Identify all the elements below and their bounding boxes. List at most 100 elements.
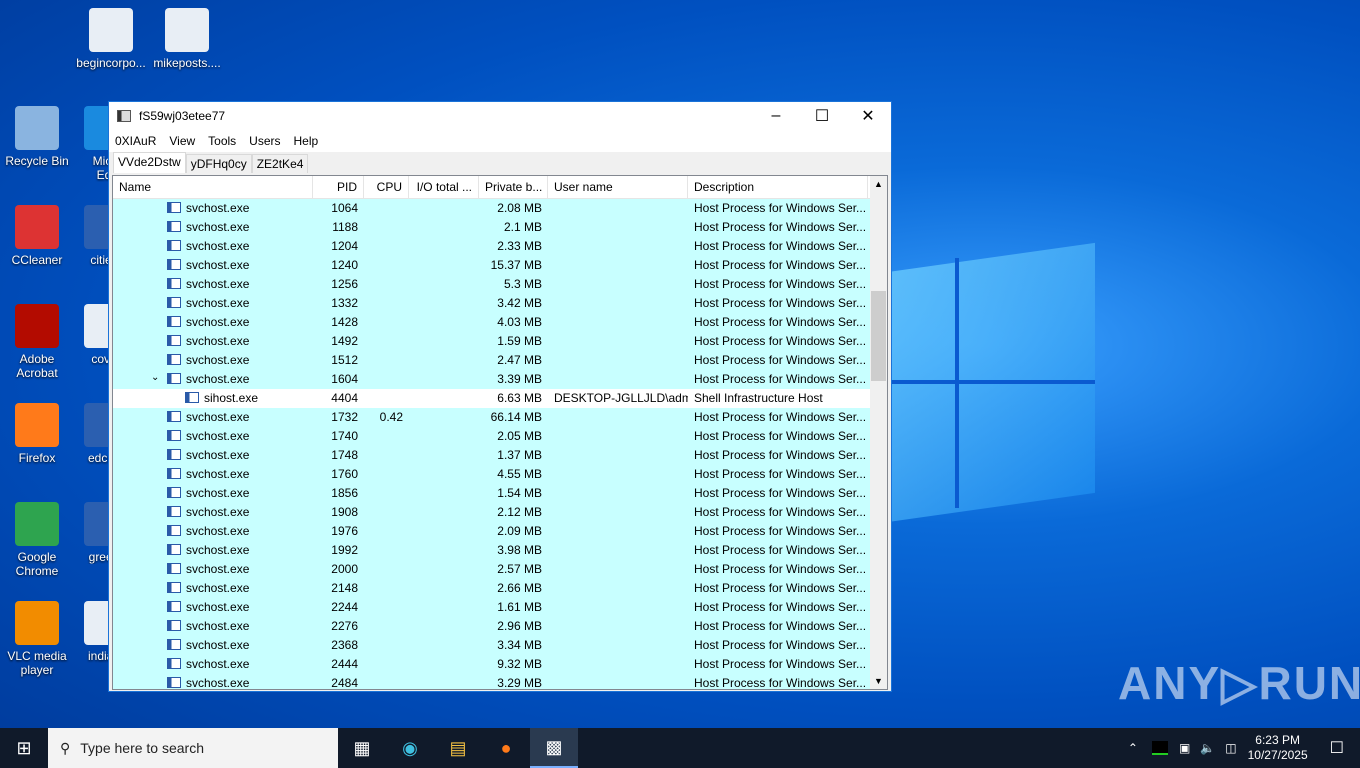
process-row[interactable]: svchost.exe 1512 2.47 MB Host Process for W… [113,351,887,370]
chevron-up-icon[interactable]: ⌃ [1128,741,1138,755]
camera-icon[interactable]: ▣ [1179,741,1190,755]
tab-network[interactable]: ZE2tKe4 [251,154,309,173]
process-name-text: svchost.exe [186,258,250,272]
process-hacker-taskbar-icon[interactable]: ▩ [530,728,578,768]
process-row[interactable]: ⌄ svchost.exe 1604 3.39 MB Host Process for … [113,370,887,389]
process-row[interactable]: svchost.exe 1760 4.55 MB Host Process for W… [113,465,887,484]
process-row[interactable]: svchost.exe 1064 2.08 MB Host Process for W… [113,199,887,218]
system-tray: ⌃ ▣ 🔈 ◫ 6:23 PM 10/27/2025 ☐ [1120,728,1360,768]
menu-item-view[interactable]: View [169,134,195,148]
cell-user-name [548,465,688,484]
menu-item-users[interactable]: Users [249,134,280,148]
column-pid[interactable]: PID [313,176,364,198]
cell-private-bytes: 2.96 MB [497,619,542,633]
desktop-icon[interactable]: Google Chrome [0,502,75,578]
cell-pid: 1732 [331,410,358,424]
process-row[interactable]: svchost.exe 2000 2.57 MB Host Process for W… [113,560,887,579]
process-row[interactable]: svchost.exe 2484 3.29 MB Host Process for W… [113,674,887,689]
desktop-icon[interactable]: Firefox [0,403,75,465]
process-row[interactable]: svchost.exe 1740 2.05 MB Host Process for W… [113,427,887,446]
network-icon[interactable]: ◫ [1225,741,1236,755]
process-hacker-window: fS59wj03etee77 – ☐ ✕ 0XIAuR View Tools U… [108,101,892,692]
process-name-text: svchost.exe [186,296,250,310]
cell-user-name [548,370,688,389]
scrollbar-thumb[interactable] [871,291,886,381]
process-row[interactable]: svchost.exe 1204 2.33 MB Host Process for W… [113,237,887,256]
cell-io-total [409,579,479,598]
title-bar[interactable]: fS59wj03etee77 – ☐ ✕ [109,102,891,130]
column-cpu[interactable]: CPU [364,176,409,198]
process-row[interactable]: svchost.exe 1908 2.12 MB Host Process for W… [113,503,887,522]
minimize-button[interactable]: – [753,102,799,130]
process-name-text: svchost.exe [186,372,250,386]
process-name: svchost.exe [113,465,313,484]
process-row[interactable]: svchost.exe 1492 1.59 MB Host Process for W… [113,332,887,351]
process-row[interactable]: svchost.exe 1240 15.37 MB Host Process for … [113,256,887,275]
cell-cpu [364,351,409,370]
cell-cpu [364,332,409,351]
process-row[interactable]: svchost.exe 1992 3.98 MB Host Process for W… [113,541,887,560]
file-explorer-icon[interactable]: ▤ [434,728,482,768]
desktop-icon[interactable]: VLC media player [0,601,75,677]
process-row[interactable]: svchost.exe 2368 3.34 MB Host Process for W… [113,636,887,655]
desktop-icon[interactable]: mikeposts.... [149,8,225,70]
column-description[interactable]: Description [688,176,868,198]
process-name-text: svchost.exe [186,277,250,291]
process-row[interactable]: svchost.exe 1428 4.03 MB Host Process for W… [113,313,887,332]
scroll-down-icon[interactable]: ▼ [870,676,887,686]
edge-icon[interactable]: ◉ [386,728,434,768]
tab-processes[interactable]: VVde2Dstw [113,152,186,173]
menu-item-help[interactable]: Help [294,134,319,148]
desktop-icon[interactable]: CCleaner [0,205,75,267]
process-name: svchost.exe [113,427,313,446]
cell-io-total [409,351,479,370]
process-row[interactable]: sihost.exe 4404 6.63 MB DESKTOP-JGLLJLD\adm… [113,389,887,408]
scroll-up-icon[interactable]: ▲ [870,176,887,189]
cell-private-bytes: 3.34 MB [497,638,542,652]
maximize-button[interactable]: ☐ [799,102,845,130]
process-row[interactable]: svchost.exe 1732 0.42 66.14 MB Host Process … [113,408,887,427]
process-row[interactable]: svchost.exe 1976 2.09 MB Host Process for W… [113,522,887,541]
process-row[interactable]: svchost.exe 1256 5.3 MB Host Process for Wi… [113,275,887,294]
process-row[interactable]: svchost.exe 1332 3.42 MB Host Process for W… [113,294,887,313]
performance-graph-icon[interactable] [1151,741,1168,755]
task-view-icon[interactable]: ▦ [338,728,386,768]
cell-io-total [409,237,479,256]
desktop-icon[interactable]: Adobe Acrobat [0,304,75,380]
chevron-down-icon[interactable]: ⌄ [151,372,159,383]
firefox-icon[interactable]: ● [482,728,530,768]
column-user-name[interactable]: User name [548,176,688,198]
process-name: svchost.exe [113,332,313,351]
process-row[interactable]: svchost.exe 2444 9.32 MB Host Process for W… [113,655,887,674]
process-row[interactable]: svchost.exe 2276 2.96 MB Host Process for W… [113,617,887,636]
column-private-bytes[interactable]: Private b... [479,176,548,198]
column-io[interactable]: I/O total ... [409,176,479,198]
process-row[interactable]: svchost.exe 2244 1.61 MB Host Process for W… [113,598,887,617]
menu-item[interactable]: 0XIAuR [115,134,156,148]
menu-item-tools[interactable]: Tools [208,134,236,148]
process-row[interactable]: svchost.exe 2148 2.66 MB Host Process for W… [113,579,887,598]
cell-private-bytes: 3.39 MB [497,372,542,386]
desktop-icon[interactable]: begincorpo... [73,8,149,70]
start-button[interactable]: ⊞ [0,728,48,768]
process-icon [167,202,181,213]
clock[interactable]: 6:23 PM 10/27/2025 [1248,733,1308,763]
search-box[interactable]: ⚲ Type here to search [48,728,338,768]
close-button[interactable]: ✕ [845,102,891,130]
vertical-scrollbar[interactable]: ▲ ▼ [870,176,887,689]
cell-private-bytes: 2.33 MB [497,239,542,253]
process-row[interactable]: svchost.exe 1748 1.37 MB Host Process for W… [113,446,887,465]
cell-description: Host Process for Windows Ser... [694,562,867,576]
cell-user-name [548,218,688,237]
notifications-icon[interactable]: ☐ [1330,738,1344,758]
tab-services[interactable]: yDFHq0cy [185,154,252,173]
process-row[interactable]: svchost.exe 1188 2.1 MB Host Process for Wi… [113,218,887,237]
volume-icon[interactable]: 🔈 [1200,741,1215,755]
cell-cpu [364,617,409,636]
process-row[interactable]: svchost.exe 1856 1.54 MB Host Process for W… [113,484,887,503]
cell-io-total [409,199,479,218]
desktop-icon[interactable]: Recycle Bin [0,106,75,168]
column-name[interactable]: Name [113,176,313,198]
cell-private-bytes: 2.12 MB [497,505,542,519]
cell-io-total [409,408,479,427]
